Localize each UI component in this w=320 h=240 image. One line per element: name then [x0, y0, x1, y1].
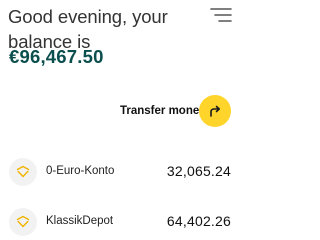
account-name: KlassikDepot: [46, 215, 114, 227]
menu-button[interactable]: [210, 7, 232, 23]
arrow-forward-icon: [210, 105, 220, 117]
bank-logo-icon: [16, 165, 30, 178]
total-balance: €96,467.50: [9, 46, 104, 67]
account-logo: [9, 208, 37, 236]
menu-icon: [210, 8, 232, 22]
account-balance: 32,065.24: [166, 163, 231, 179]
account-logo: [9, 158, 37, 186]
account-row[interactable]: KlassikDepot 64,402.26: [0, 207, 240, 237]
account-row[interactable]: 0-Euro-Konto 32,065.24: [0, 157, 240, 187]
bank-logo-icon: [16, 215, 30, 228]
transfer-money-button[interactable]: [199, 95, 231, 127]
account-name: 0-Euro-Konto: [46, 165, 115, 177]
account-balance: 64,402.26: [166, 213, 231, 229]
transfer-money-label[interactable]: Transfer money: [120, 105, 206, 117]
